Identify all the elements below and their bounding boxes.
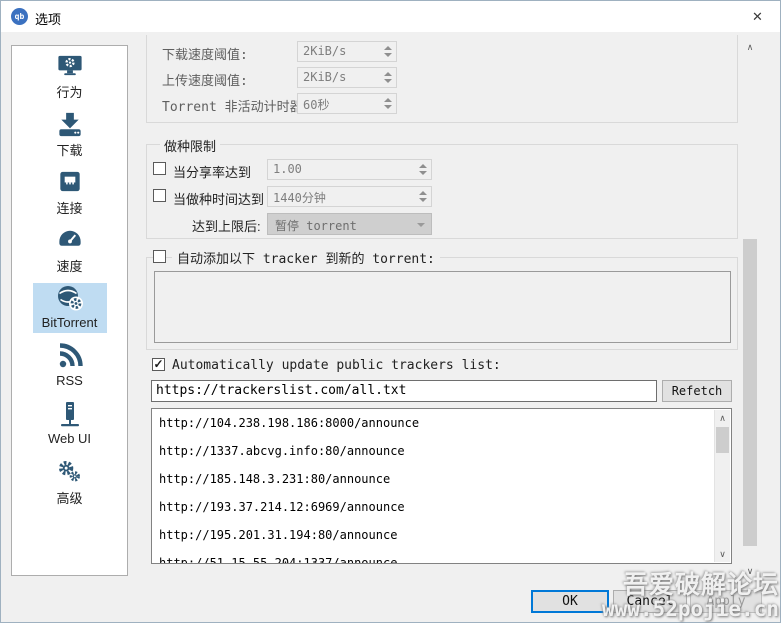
sidebar-item-webui[interactable]: Web UI (33, 399, 107, 449)
scroll-down-icon[interactable] (715, 546, 730, 562)
share-ratio-checkbox[interactable] (153, 162, 166, 175)
sidebar-item-behavior[interactable]: 行为 (33, 51, 107, 101)
inactivity-timer-label: Torrent 非活动计时器: (162, 96, 310, 115)
cancel-button[interactable]: Cancel (613, 590, 687, 613)
page-scrollbar[interactable] (742, 39, 758, 579)
sidebar-item-downloads[interactable]: 下载 (33, 109, 107, 159)
apply-button-label: Apply (706, 594, 745, 609)
refetch-button[interactable]: Refetch (662, 380, 732, 402)
scroll-up-icon[interactable] (715, 410, 730, 426)
sidebar-item-bittorrent[interactable]: BitTorrent (33, 283, 107, 333)
gears-icon (55, 457, 85, 486)
spinner-value: 2KiB/s (303, 44, 346, 58)
ethernet-icon (55, 167, 85, 196)
limit-action-label: 达到上限后: (192, 216, 261, 235)
seeding-limits-group: 做种限制 当分享率达到 1.00 当做种时间达到 1440分钟 达到上限后: 暂… (146, 144, 738, 239)
tracker-list-item[interactable]: http://193.37.214.12:6969/announce (159, 500, 405, 514)
sidebar-item-label: Web UI (48, 431, 91, 446)
scroll-down-icon[interactable] (742, 563, 758, 579)
sidebar-item-rss[interactable]: RSS (33, 341, 107, 391)
scrollbar-thumb[interactable] (716, 427, 729, 453)
spinner-arrows-icon[interactable] (419, 187, 427, 206)
limit-action-dropdown[interactable]: 暂停 torrent (267, 213, 432, 235)
auto-update-trackers-label: Automatically update public trackers lis… (172, 358, 501, 373)
share-ratio-spinner[interactable]: 1.00 (267, 159, 432, 180)
window-title: 选项 (35, 9, 61, 28)
sidebar-item-connection[interactable]: 连接 (33, 167, 107, 217)
ok-button-label: OK (562, 594, 578, 609)
tracker-list-item[interactable]: http://104.238.198.186:8000/announce (159, 416, 419, 430)
additional-trackers-textarea[interactable] (154, 271, 731, 343)
refetch-button-label: Refetch (672, 384, 723, 398)
ok-button[interactable]: OK (531, 590, 609, 613)
rate-limit-group: 下载速度阈值: 上传速度阈值: Torrent 非活动计时器: 2KiB/s 2… (146, 35, 738, 123)
title-bar: qb 选项 (1, 1, 780, 32)
server-icon (55, 399, 85, 429)
spinner-arrows-icon[interactable] (384, 42, 392, 61)
spinner-value: 1.00 (273, 162, 302, 176)
cancel-button-label: Cancel (627, 594, 674, 609)
auto-update-trackers-checkbox[interactable] (152, 358, 165, 371)
tracker-list[interactable]: http://104.238.198.186:8000/announce htt… (151, 408, 732, 564)
options-dialog: qb 选项 行为 下载 (0, 0, 781, 623)
dropdown-value: 暂停 torrent (275, 219, 357, 233)
sidebar-item-label: 行为 (56, 82, 82, 101)
tracker-list-item[interactable]: http://51.15.55.204:1337/announce (159, 556, 397, 564)
settings-sidebar: 行为 下载 连接 速度 (11, 45, 128, 576)
seeding-time-spinner[interactable]: 1440分钟 (267, 186, 432, 207)
sidebar-item-label: 连接 (56, 198, 82, 217)
trackers-url-value: https://trackerslist.com/all.txt (156, 383, 406, 398)
upload-threshold-spinner[interactable]: 2KiB/s (297, 67, 397, 88)
sidebar-item-advanced[interactable]: 高级 (33, 457, 107, 507)
sidebar-item-label: 高级 (56, 488, 82, 507)
sidebar-item-label: 速度 (56, 256, 82, 275)
globe-gear-icon (55, 283, 85, 313)
spinner-arrows-icon[interactable] (384, 68, 392, 87)
upload-threshold-label: 上传速度阈值: (162, 70, 248, 89)
seeding-limits-title: 做种限制 (160, 136, 220, 155)
spinner-arrows-icon[interactable] (384, 94, 392, 113)
download-threshold-spinner[interactable]: 2KiB/s (297, 41, 397, 62)
share-ratio-label: 当分享率达到 (173, 162, 251, 181)
tracker-list-scrollbar[interactable] (714, 410, 730, 562)
scrollbar-thumb[interactable] (743, 239, 757, 546)
qbittorrent-logo-icon: qb (11, 8, 28, 25)
spinner-value: 60秒 (303, 98, 329, 112)
auto-add-trackers-group: 自动添加以下 tracker 到新的 torrent: (146, 257, 738, 350)
tracker-list-item[interactable]: http://185.148.3.231:80/announce (159, 472, 390, 486)
sidebar-item-label: RSS (56, 373, 83, 388)
spinner-value: 1440分钟 (273, 191, 326, 205)
seeding-time-label: 当做种时间达到 (173, 189, 264, 208)
trackers-url-input[interactable]: https://trackerslist.com/all.txt (151, 380, 657, 402)
sidebar-item-speed[interactable]: 速度 (33, 225, 107, 275)
sidebar-item-label: BitTorrent (42, 315, 98, 330)
download-icon (55, 109, 85, 138)
sidebar-item-label: 下载 (56, 140, 82, 159)
tracker-list-item[interactable]: http://195.201.31.194:80/announce (159, 528, 397, 542)
rss-icon (55, 341, 85, 371)
inactivity-timer-spinner[interactable]: 60秒 (297, 93, 397, 114)
close-icon[interactable] (735, 1, 780, 32)
download-threshold-label: 下载速度阈值: (162, 44, 248, 63)
apply-button[interactable]: Apply (690, 590, 762, 613)
scroll-up-icon[interactable] (742, 39, 758, 55)
chevron-down-icon (417, 223, 425, 227)
seeding-time-checkbox[interactable] (153, 189, 166, 202)
auto-add-trackers-checkbox[interactable] (153, 250, 166, 263)
spinner-value: 2KiB/s (303, 70, 346, 84)
speedometer-icon (55, 225, 85, 254)
monitor-gear-icon (55, 51, 85, 80)
spinner-arrows-icon[interactable] (419, 160, 427, 179)
tracker-list-item[interactable]: http://1337.abcvg.info:80/announce (159, 444, 405, 458)
auto-add-trackers-label: 自动添加以下 tracker 到新的 torrent: (172, 248, 440, 267)
